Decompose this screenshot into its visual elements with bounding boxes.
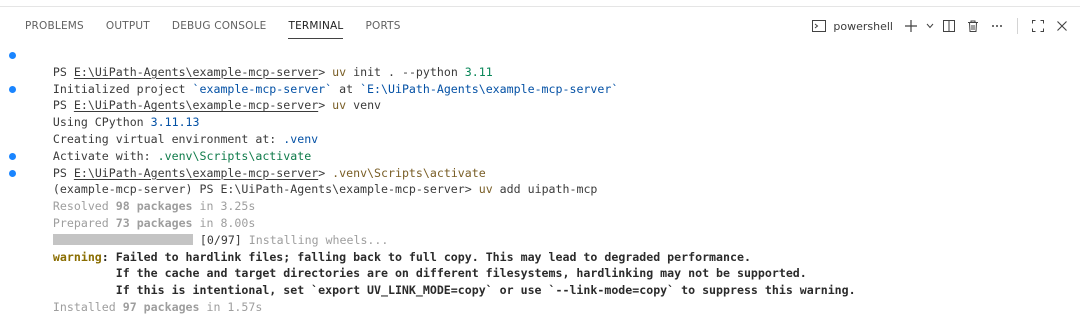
terminal-line: Resolved 98 packages in 3.25s (25, 181, 1080, 213)
trash-icon[interactable] (963, 16, 983, 36)
terminal-line: If this is intentional, set `export UV_L… (25, 265, 1080, 297)
command-decoration-icon[interactable] (9, 85, 16, 93)
terminal-line: Initialized project `example-mcp-server`… (25, 64, 1080, 96)
terminal-line: PS E:\UiPath-Agents\example-mcp-server> … (9, 47, 1080, 79)
terminal-line: Activate with: .venv\Scripts\activate (25, 131, 1080, 163)
tab-problems[interactable]: PROBLEMS (14, 7, 95, 45)
split-icon[interactable] (939, 16, 959, 36)
terminal-line: If the cache and target directories are … (25, 249, 1080, 280)
divider (1017, 18, 1018, 34)
panel-header: PROBLEMS OUTPUT DEBUG CONSOLE TERMINAL P… (0, 7, 1080, 45)
terminal-line: PS E:\UiPath-Agents\example-mcp-server> … (9, 81, 1080, 112)
tab-debug-console[interactable]: DEBUG CONSOLE (161, 7, 278, 45)
add-icon[interactable] (901, 16, 921, 36)
terminal-icon (809, 16, 829, 36)
terminal-line: Prepared 73 packages in 8.00s (25, 198, 1080, 230)
tab-output[interactable]: OUTPUT (95, 7, 161, 45)
terminal-line: [0/97] Installing wheels... (25, 215, 1080, 247)
tab-terminal[interactable]: TERMINAL (277, 7, 354, 45)
terminal-line: (example-mcp-server) PS E:\UiPath-Agents… (9, 165, 1080, 196)
command-decoration-icon[interactable] (9, 152, 16, 160)
terminal-line: warning: Failed to hardlink files; falli… (25, 232, 1080, 264)
more-icon[interactable] (987, 16, 1007, 36)
tab-ports[interactable]: PORTS (354, 7, 411, 45)
terminal-selector[interactable]: powershell (805, 16, 897, 36)
terminal-line: Using CPython 3.11.13 (25, 97, 1080, 129)
command-decoration-icon[interactable] (9, 169, 16, 177)
command-decoration-icon[interactable] (9, 52, 16, 59)
terminal-line: Installed 97 packages in 1.57s (25, 282, 1080, 314)
terminal-name: powershell (833, 19, 893, 33)
panel-actions: powershell (805, 16, 1072, 36)
terminal-line: PS E:\UiPath-Agents\example-mcp-server> … (9, 148, 1080, 180)
chevron-down-icon[interactable] (925, 16, 935, 36)
close-icon[interactable] (1052, 16, 1072, 36)
maximize-icon[interactable] (1028, 16, 1048, 36)
panel-tabs: PROBLEMS OUTPUT DEBUG CONSOLE TERMINAL P… (14, 7, 412, 45)
terminal-line: Creating virtual environment at: .venv (25, 114, 1080, 146)
terminal-output[interactable]: PS E:\UiPath-Agents\example-mcp-server> … (0, 47, 1080, 314)
top-border (0, 0, 1080, 7)
